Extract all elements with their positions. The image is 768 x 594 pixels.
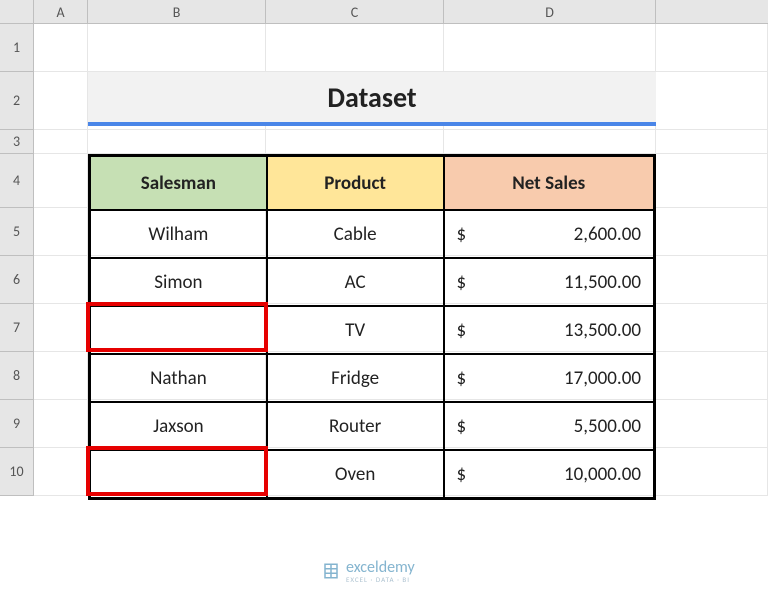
header-product[interactable]: Product bbox=[267, 156, 444, 210]
row-header-5[interactable]: 5 bbox=[0, 208, 34, 256]
table-row: Wilham Cable $2,600.00 bbox=[90, 210, 654, 258]
currency-symbol: $ bbox=[457, 271, 467, 294]
currency-symbol: $ bbox=[457, 367, 467, 390]
cell-product[interactable]: Cable bbox=[267, 210, 444, 258]
col-header-D[interactable]: D bbox=[444, 0, 656, 24]
row-header-7[interactable]: 7 bbox=[0, 304, 34, 352]
col-header-extra bbox=[656, 0, 768, 24]
table-row: Simon AC $11,500.00 bbox=[90, 258, 654, 306]
cell-product[interactable]: AC bbox=[267, 258, 444, 306]
table-header-row: Salesman Product Net Sales bbox=[90, 156, 654, 210]
currency-symbol: $ bbox=[457, 415, 467, 438]
cell-netsales[interactable]: $5,500.00 bbox=[444, 402, 655, 450]
watermark: exceldemy EXCEL · DATA · BI bbox=[322, 558, 415, 584]
cell-netsales[interactable]: $11,500.00 bbox=[444, 258, 655, 306]
sales-value: 11,500.00 bbox=[564, 271, 641, 294]
cell-salesman[interactable]: Nathan bbox=[90, 354, 267, 402]
page-title[interactable]: Dataset bbox=[88, 72, 656, 126]
sales-value: 10,000.00 bbox=[564, 463, 641, 486]
table-row: Nathan Fridge $17,000.00 bbox=[90, 354, 654, 402]
col-header-B[interactable]: B bbox=[88, 0, 266, 24]
select-all-corner[interactable] bbox=[0, 0, 34, 24]
cell-product[interactable]: Fridge bbox=[267, 354, 444, 402]
row-header-1[interactable]: 1 bbox=[0, 24, 34, 72]
row-header-column: 1 2 3 4 5 6 7 8 9 10 bbox=[0, 24, 34, 496]
cell-salesman[interactable] bbox=[90, 450, 267, 498]
row-header-9[interactable]: 9 bbox=[0, 400, 34, 448]
row-header-6[interactable]: 6 bbox=[0, 256, 34, 304]
spreadsheet-icon bbox=[322, 562, 340, 580]
watermark-tagline: EXCEL · DATA · BI bbox=[346, 575, 415, 584]
cell-netsales[interactable]: $10,000.00 bbox=[444, 450, 655, 498]
col-header-C[interactable]: C bbox=[266, 0, 444, 24]
cell-netsales[interactable]: $17,000.00 bbox=[444, 354, 655, 402]
data-table: Salesman Product Net Sales Wilham Cable … bbox=[88, 154, 656, 500]
currency-symbol: $ bbox=[457, 223, 467, 246]
column-header-row: A B C D bbox=[0, 0, 768, 24]
sales-value: 17,000.00 bbox=[564, 367, 641, 390]
header-salesman[interactable]: Salesman bbox=[90, 156, 267, 210]
cell-netsales[interactable]: $13,500.00 bbox=[444, 306, 655, 354]
sales-value: 2,600.00 bbox=[574, 223, 641, 246]
row-header-2[interactable]: 2 bbox=[0, 72, 34, 130]
cell-salesman[interactable]: Wilham bbox=[90, 210, 267, 258]
table-row: TV $13,500.00 bbox=[90, 306, 654, 354]
row-header-8[interactable]: 8 bbox=[0, 352, 34, 400]
currency-symbol: $ bbox=[457, 463, 467, 486]
col-header-A[interactable]: A bbox=[34, 0, 88, 24]
cell-salesman[interactable] bbox=[90, 306, 267, 354]
header-netsales[interactable]: Net Sales bbox=[444, 156, 655, 210]
sales-value: 5,500.00 bbox=[574, 415, 641, 438]
table-row: Jaxson Router $5,500.00 bbox=[90, 402, 654, 450]
currency-symbol: $ bbox=[457, 319, 467, 342]
cell-product[interactable]: Router bbox=[267, 402, 444, 450]
row-header-4[interactable]: 4 bbox=[0, 154, 34, 208]
cell-salesman[interactable]: Jaxson bbox=[90, 402, 267, 450]
cell-netsales[interactable]: $2,600.00 bbox=[444, 210, 655, 258]
table-row: Oven $10,000.00 bbox=[90, 450, 654, 498]
cell-product[interactable]: TV bbox=[267, 306, 444, 354]
row-header-3[interactable]: 3 bbox=[0, 130, 34, 154]
cell-salesman[interactable]: Simon bbox=[90, 258, 267, 306]
cell-product[interactable]: Oven bbox=[267, 450, 444, 498]
spreadsheet: A B C D 1 2 3 4 5 6 7 8 9 10 Dataset Sal… bbox=[0, 0, 768, 594]
row-header-10[interactable]: 10 bbox=[0, 448, 34, 496]
sales-value: 13,500.00 bbox=[564, 319, 641, 342]
